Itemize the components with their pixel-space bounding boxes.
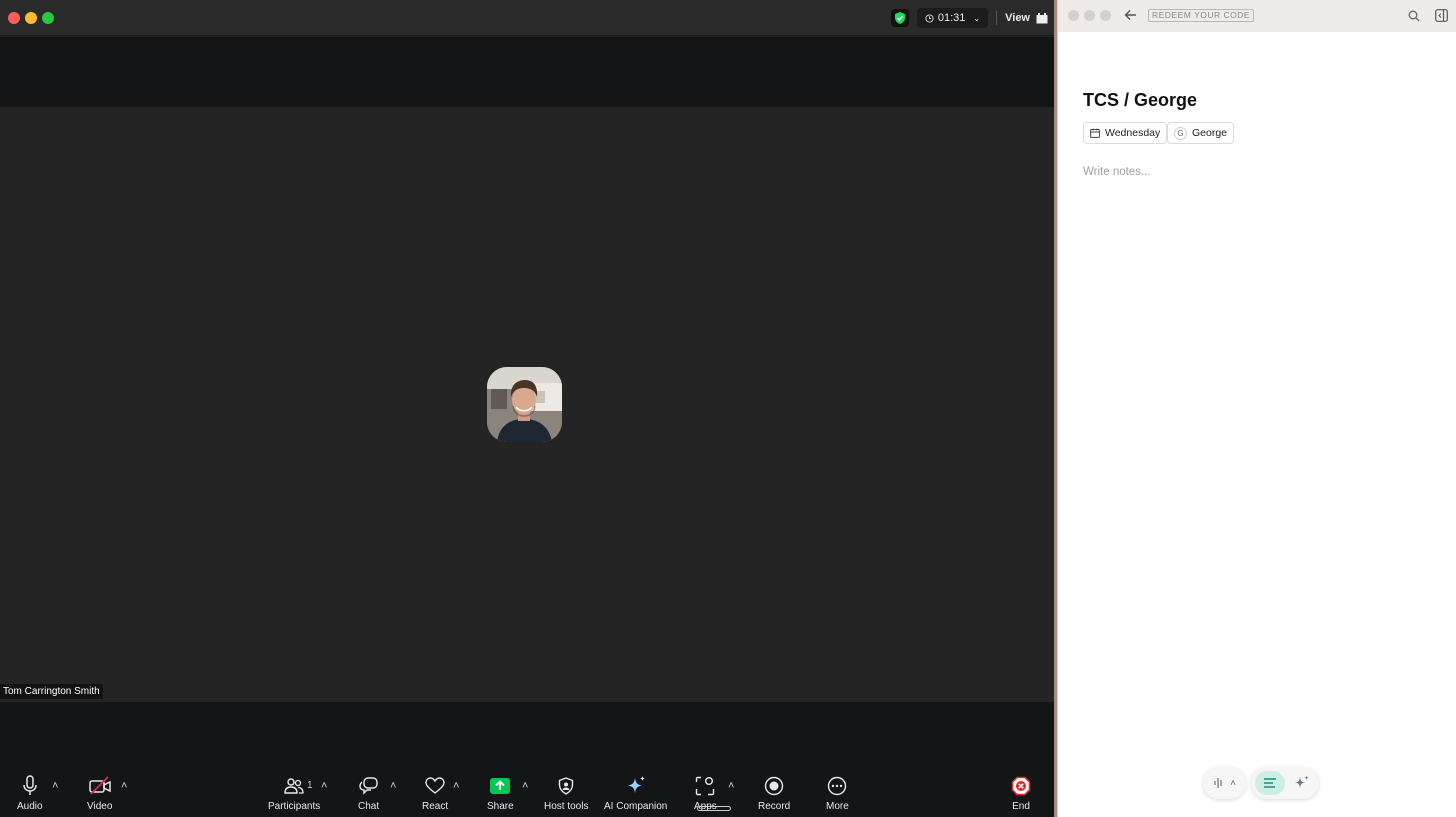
minimize-window-button[interactable] [25, 12, 37, 24]
notes-window: REDEEM YOUR CODE TCS / George Wednesday … [1054, 0, 1456, 817]
audio-label: Audio [17, 801, 43, 812]
microphone-icon [23, 775, 37, 795]
attendee-avatar: G [1174, 126, 1187, 140]
attendee-chip[interactable]: G George [1167, 122, 1235, 144]
video-off-icon [88, 776, 111, 795]
divider [996, 11, 998, 25]
ai-enhance-sparkle-icon[interactable] [1293, 774, 1311, 792]
shield-icon [559, 777, 574, 795]
chat-label: Chat [358, 801, 380, 812]
fullscreen-window-button[interactable] [1100, 10, 1111, 21]
participant-name-tag: Tom Carrington Smith [0, 684, 103, 699]
view-button[interactable]: View [1005, 12, 1048, 24]
more-label: More [826, 801, 849, 812]
react-button[interactable]: React [422, 773, 448, 812]
meeting-toolbar: Audio ˄ Video ˄ Participants 1 ˄ Chat ˄ … [0, 702, 1054, 817]
audio-button[interactable]: Audio [17, 773, 43, 812]
record-label: Record [758, 801, 791, 812]
grid-view-icon [1036, 12, 1048, 23]
audio-waveform-icon [1214, 778, 1222, 788]
share-label: Share [487, 801, 514, 812]
fullscreen-window-button[interactable] [42, 12, 54, 24]
apps-drag-handle[interactable] [697, 806, 731, 811]
chevron-up-icon: ˄ [1230, 777, 1236, 789]
share-button[interactable]: Share [487, 773, 514, 812]
video-label: Video [87, 801, 113, 812]
chat-icon [358, 777, 378, 795]
encryption-shield-icon[interactable] [890, 9, 909, 27]
end-call-icon [1011, 776, 1031, 796]
notes-editor[interactable]: Write notes... [1083, 166, 1151, 178]
attendee-chip-label: George [1192, 127, 1228, 139]
notes-mode-toggle [1251, 767, 1319, 799]
meeting-timer[interactable]: 01:31 ⌄ [916, 8, 989, 28]
audio-options-caret[interactable]: ˄ [52, 780, 58, 792]
chat-button[interactable]: Chat [358, 773, 379, 812]
record-button[interactable]: Record [758, 773, 790, 812]
more-button[interactable]: More [826, 773, 849, 812]
back-arrow-icon[interactable] [1124, 9, 1137, 21]
notes-view-button[interactable] [1255, 771, 1285, 795]
notes-panel: REDEEM YOUR CODE TCS / George Wednesday … [1057, 0, 1456, 817]
notes-titlebar: REDEEM YOUR CODE [1058, 0, 1456, 32]
react-label: React [422, 801, 449, 812]
top-black-band [0, 37, 1054, 107]
view-label: View [1005, 12, 1030, 24]
share-options-caret[interactable]: ˄ [522, 780, 528, 792]
participants-icon [284, 778, 304, 794]
chat-options-caret[interactable]: ˄ [390, 780, 396, 792]
record-icon [764, 776, 784, 796]
zoom-titlebar: 01:31 ⌄ View [0, 0, 1054, 36]
redeem-code-button[interactable]: REDEEM YOUR CODE [1148, 9, 1255, 22]
audio-transcription-control[interactable]: ˄ [1203, 767, 1246, 799]
end-label: End [1012, 801, 1030, 812]
calendar-icon [1090, 128, 1100, 138]
sparkle-icon [627, 776, 645, 793]
video-options-caret[interactable]: ˄ [121, 780, 127, 792]
minimize-window-button[interactable] [1084, 10, 1095, 21]
more-dots-icon [828, 776, 847, 796]
zoom-meeting-window: 01:31 ⌄ View Tom Carrington Smith Audio … [0, 0, 1054, 817]
clock-icon [925, 13, 934, 23]
video-button[interactable]: Video [87, 773, 112, 812]
apps-options-caret[interactable]: ˄ [728, 780, 734, 792]
react-options-caret[interactable]: ˄ [453, 780, 459, 792]
date-chip-label: Wednesday [1105, 127, 1161, 139]
participant-avatar[interactable] [487, 367, 562, 442]
host-tools-button[interactable]: Host tools [544, 773, 588, 812]
heart-icon [425, 777, 445, 794]
ai-companion-label: AI Companion [604, 801, 668, 812]
host-tools-label: Host tools [544, 801, 589, 812]
note-title[interactable]: TCS / George [1083, 90, 1197, 111]
date-chip[interactable]: Wednesday [1083, 122, 1168, 144]
end-meeting-button[interactable]: End [1011, 773, 1031, 812]
text-lines-icon [1264, 778, 1276, 788]
search-icon[interactable] [1408, 10, 1420, 22]
participants-label: Participants [268, 801, 321, 812]
participants-count: 1 [307, 780, 313, 791]
chevron-down-icon: ⌄ [973, 13, 981, 23]
participants-options-caret[interactable]: ˄ [321, 780, 327, 792]
close-window-button[interactable] [8, 12, 20, 24]
sidebar-toggle-icon[interactable] [1435, 9, 1448, 22]
meeting-timer-value: 01:31 [937, 12, 966, 24]
ai-companion-button[interactable]: AI Companion [604, 773, 667, 812]
participants-button[interactable]: Participants [268, 773, 320, 812]
close-window-button[interactable] [1068, 10, 1079, 21]
apps-icon [696, 776, 715, 796]
meeting-info-controls: 01:31 ⌄ View [890, 8, 1048, 28]
share-screen-icon [490, 778, 511, 794]
video-stage: Tom Carrington Smith [0, 107, 1054, 702]
